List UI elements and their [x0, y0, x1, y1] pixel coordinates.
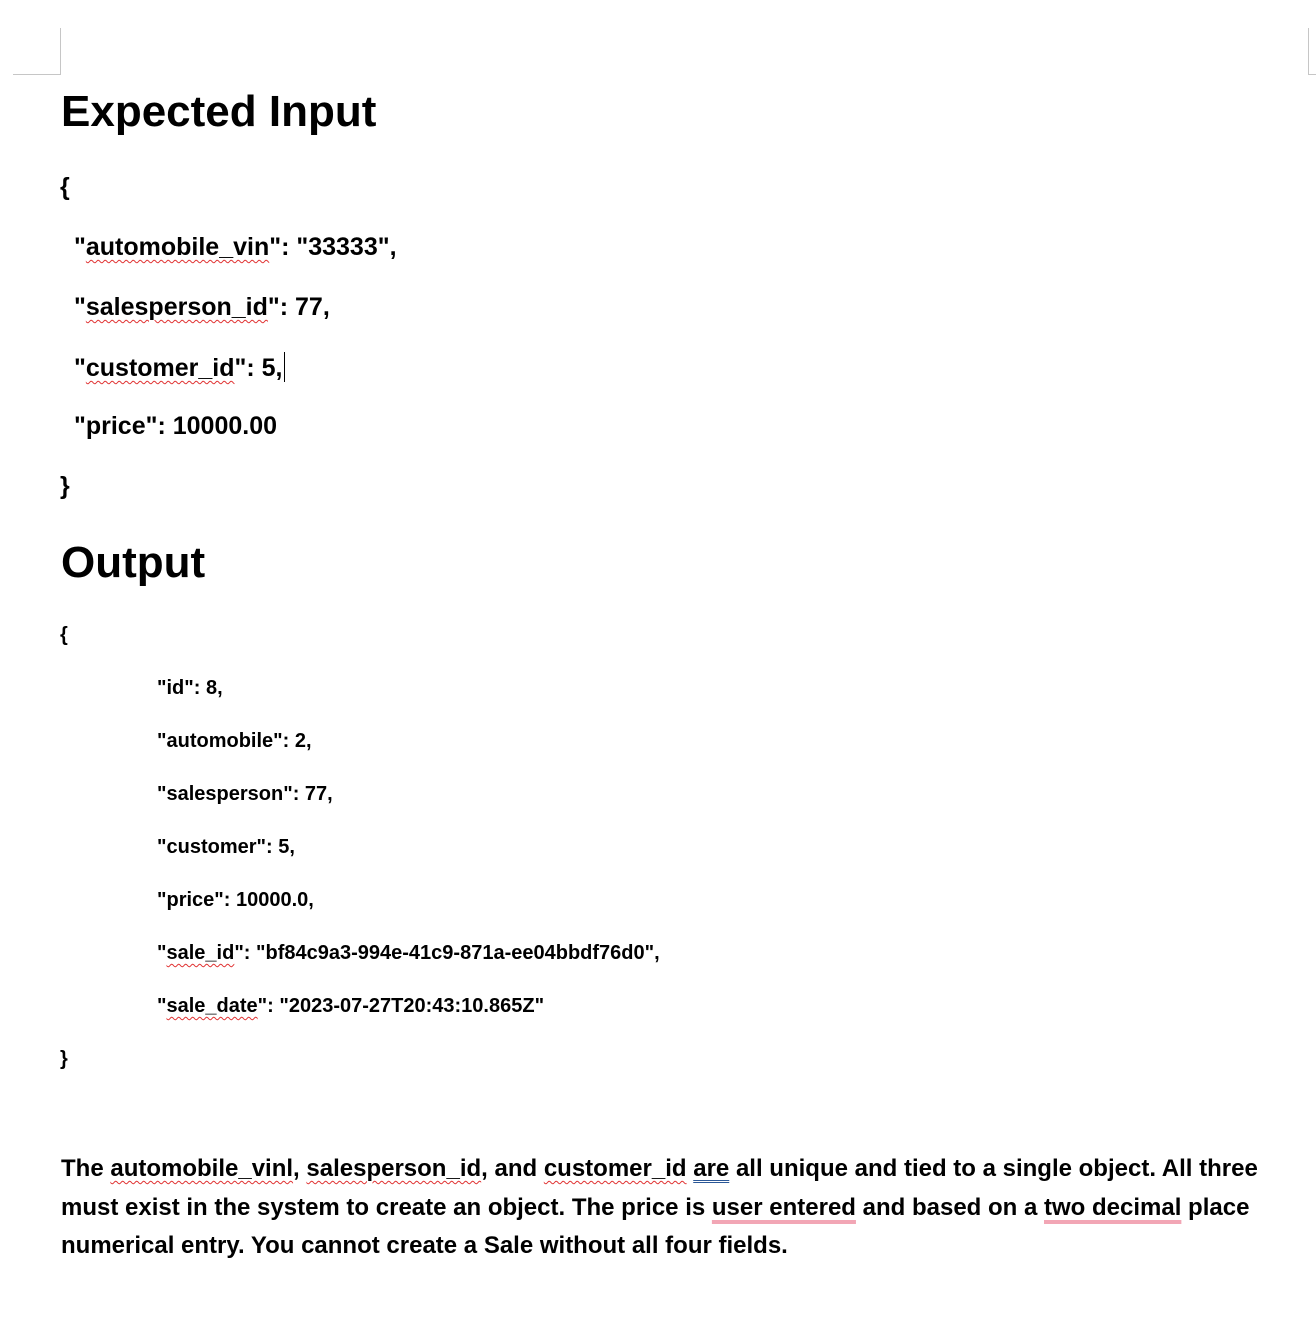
output-line-sale-id[interactable]: "sale_id": "bf84c9a3-994e-41c9-871a-ee04…	[157, 940, 660, 966]
editor-flag-two-decimal: two decimal	[1044, 1193, 1182, 1221]
input-line-customer-id[interactable]: "customer_id": 5,	[74, 352, 285, 383]
spell-flag-automobile-vin: automobile_vin	[85, 233, 270, 261]
editor-flag-user-entered: user entered	[711, 1193, 856, 1221]
spell-flag-customer-id: customer_id	[85, 354, 235, 382]
output-line-id[interactable]: "id": 8,	[157, 675, 223, 701]
input-close-brace: }	[60, 472, 70, 500]
output-close-brace: }	[60, 1048, 68, 1070]
input-open-brace: {	[60, 173, 70, 201]
heading-output: Output	[61, 538, 206, 587]
page-corner-mark	[13, 74, 61, 75]
paragraph-text: , and	[481, 1155, 538, 1182]
output-sale-id-value: "bf84c9a3-994e-41c9-871a-ee04bbdf76d0",	[256, 942, 660, 964]
spell-flag-salesperson-id: salesperson_id	[85, 293, 268, 321]
input-customer-id-value: 5,	[261, 354, 283, 382]
description-paragraph[interactable]: The automobile_vinl, salesperson_id, and…	[61, 1150, 1276, 1266]
input-salesperson-id-value: 77,	[295, 293, 330, 321]
input-automobile-vin-value: "33333",	[296, 233, 397, 261]
heading-expected-input: Expected Input	[61, 87, 377, 136]
output-line-salesperson[interactable]: "salesperson": 77,	[157, 781, 333, 807]
input-line-automobile-vin[interactable]: "automobile_vin": "33333",	[74, 232, 397, 262]
output-open-brace: {	[60, 624, 68, 646]
output-line-customer[interactable]: "customer": 5,	[157, 834, 295, 860]
input-line-salesperson-id[interactable]: "salesperson_id": 77,	[74, 292, 330, 322]
output-line-sale-date[interactable]: "sale_date": "2023-07-27T20:43:10.865Z"	[157, 993, 544, 1019]
grammar-flag-are: are	[693, 1155, 730, 1182]
spell-flag-automobile-vinl: automobile_vinl	[110, 1155, 294, 1182]
text-cursor	[283, 352, 285, 382]
spell-flag-customer-id-para: customer_id	[543, 1155, 687, 1182]
input-line-price[interactable]: "price": 10000.00	[74, 411, 277, 441]
page-corner-mark	[60, 28, 61, 75]
output-line-automobile[interactable]: "automobile": 2,	[157, 728, 312, 754]
paragraph-text: The	[61, 1155, 104, 1182]
spell-flag-salesperson-id-para: salesperson_id	[306, 1155, 482, 1182]
spell-flag-sale-date: sale_date	[166, 995, 258, 1017]
spell-flag-sale-id: sale_id	[166, 942, 235, 964]
page-corner-mark	[1308, 28, 1309, 75]
page-corner-mark	[1308, 74, 1316, 75]
paragraph-text: and based on a	[862, 1193, 1038, 1221]
output-line-price[interactable]: "price": 10000.0,	[157, 887, 314, 913]
output-sale-date-value: "2023-07-27T20:43:10.865Z"	[279, 995, 545, 1017]
